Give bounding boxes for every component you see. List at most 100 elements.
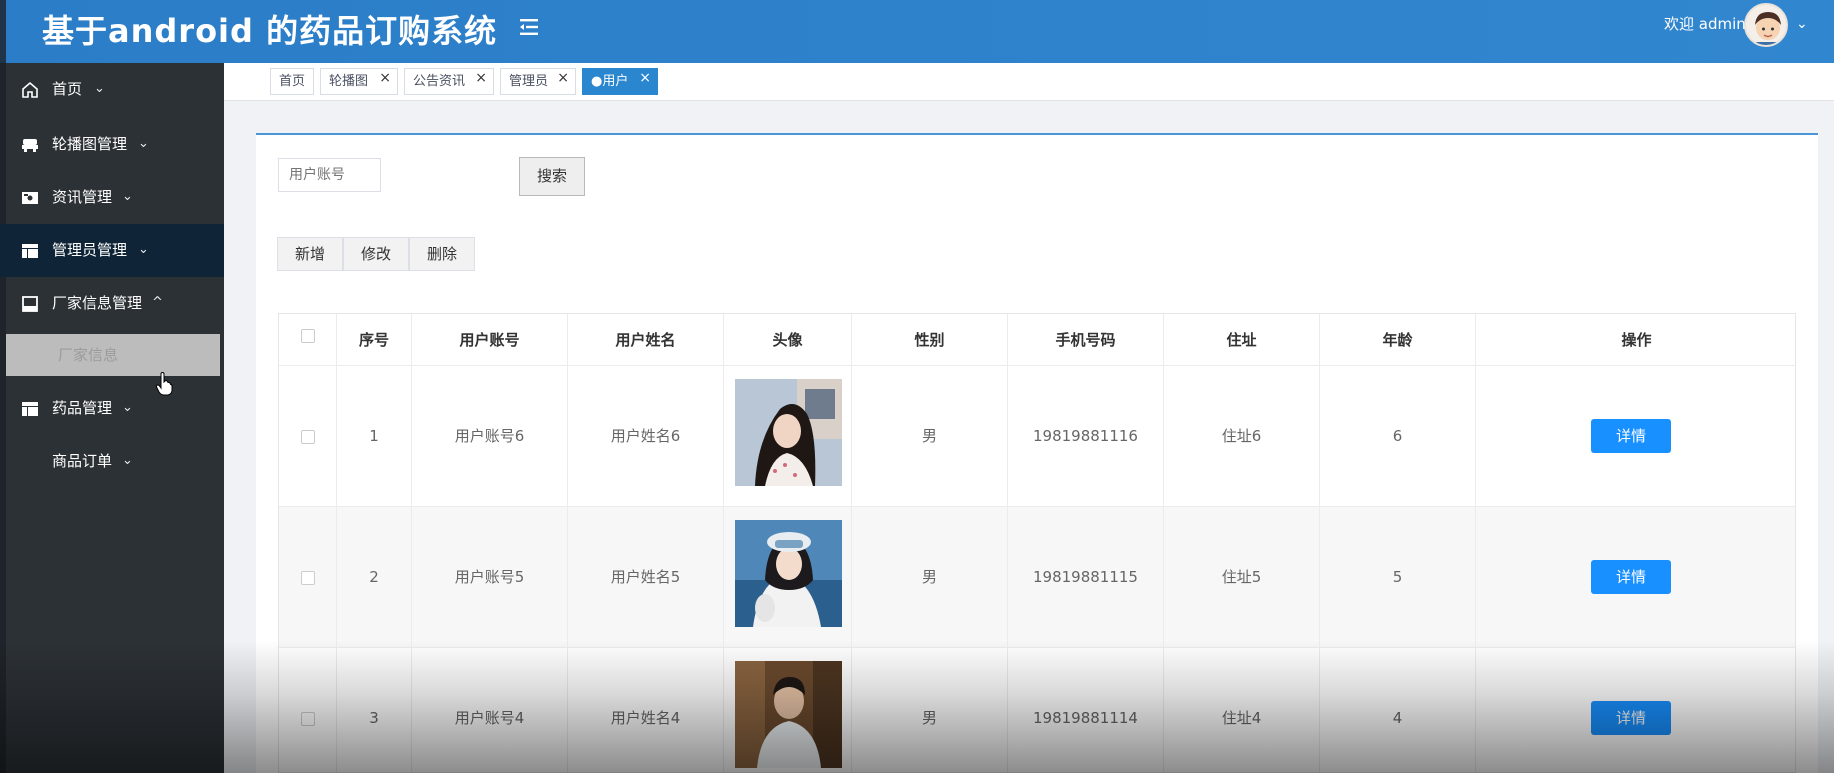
phone-cell: 19819881115 (1008, 507, 1164, 648)
table-row: 3 用户账号4 用户姓名4 男 19819881114 住址4 4 详情 (279, 648, 1795, 772)
select-all-cell (279, 314, 337, 366)
column-header: 用户姓名 (568, 314, 724, 366)
row-select-cell (279, 366, 337, 507)
sidebar-item-label: 商品订单 (52, 452, 113, 470)
sidebar-subitem-label: 厂家信息 (58, 346, 119, 364)
tab-label: 首页 (279, 74, 306, 89)
detail-button[interactable]: 详情 (1591, 701, 1671, 735)
address-cell: 住址4 (1164, 648, 1320, 772)
search-button[interactable]: 搜索 (519, 157, 585, 196)
column-header: 手机号码 (1008, 314, 1164, 366)
phone-cell: 19819881116 (1008, 366, 1164, 507)
age-cell: 5 (1320, 507, 1476, 648)
app-title: 基于android 的药品订购系统 (42, 12, 498, 50)
tab-label: 公告资讯 (413, 74, 466, 89)
index-cell: 1 (337, 366, 412, 507)
chevron-down-icon: ⌄ (122, 453, 133, 468)
tab-announcements[interactable]: 公告资讯 × (404, 68, 494, 95)
address-cell: 住址5 (1164, 507, 1320, 648)
account-cell: 用户账号4 (412, 648, 568, 772)
name-cell: 用户姓名6 (568, 366, 724, 507)
row-checkbox[interactable] (301, 571, 315, 585)
row-select-cell (279, 648, 337, 772)
chevron-down-icon: ⌄ (122, 189, 133, 204)
welcome-text: 欢迎 admin (1664, 15, 1746, 33)
detail-button[interactable]: 详情 (1591, 419, 1671, 453)
column-header: 序号 (337, 314, 412, 366)
carousel-icon (22, 139, 38, 152)
column-header: 用户账号 (412, 314, 568, 366)
address-cell: 住址6 (1164, 366, 1320, 507)
table-header-row: 序号 用户账号 用户姓名 头像 性别 手机号码 住址 年龄 操作 (279, 314, 1795, 366)
tab-label: 轮播图 (329, 74, 369, 89)
column-header: 头像 (724, 314, 852, 366)
name-cell: 用户姓名4 (568, 648, 724, 772)
user-photo[interactable] (735, 520, 842, 627)
column-header: 年龄 (1320, 314, 1476, 366)
sidebar-item-label: 首页 (52, 80, 83, 98)
factory-icon (22, 296, 38, 312)
column-header: 住址 (1164, 314, 1320, 366)
column-header: 性别 (852, 314, 1008, 366)
account-cell: 用户账号5 (412, 507, 568, 648)
tabs-bar: 首页 轮播图 × 公告资讯 × 管理员 × ●用户 × (224, 63, 1834, 101)
avatar[interactable] (1744, 3, 1788, 47)
sidebar-item-home[interactable]: 首页 ⌄ (0, 63, 224, 116)
tab-admins[interactable]: 管理员 × (500, 68, 576, 95)
select-all-checkbox[interactable] (301, 329, 315, 343)
user-photo[interactable] (735, 379, 842, 486)
close-icon[interactable]: × (379, 66, 391, 91)
tab-users[interactable]: ●用户 × (582, 68, 658, 95)
tab-label: ●用户 (591, 74, 629, 89)
account-cell: 用户账号6 (412, 366, 568, 507)
tab-home[interactable]: 首页 (270, 68, 314, 95)
user-menu-chevron-icon[interactable]: ⌄ (1796, 16, 1808, 32)
close-icon[interactable]: × (639, 66, 651, 91)
sidebar-item-label: 厂家信息管理 (52, 294, 143, 312)
sidebar-item-factory[interactable]: 厂家信息管理 ^ (0, 277, 224, 330)
age-cell: 6 (1320, 366, 1476, 507)
menu-toggle-icon[interactable] (518, 16, 540, 38)
sidebar-item-admin[interactable]: 管理员管理 ⌄ (0, 224, 224, 277)
table-row: 1 用户账号6 用户姓名6 男 19819881116 住址6 6 详情 (279, 366, 1795, 507)
index-cell: 3 (337, 648, 412, 772)
sidebar-subitem-factory-info[interactable]: 厂家信息 (6, 334, 220, 376)
gender-cell: 男 (852, 648, 1008, 772)
age-cell: 4 (1320, 648, 1476, 772)
edit-button[interactable]: 修改 (343, 237, 409, 271)
column-header: 操作 (1621, 331, 1652, 349)
table-row: 2 用户账号5 用户姓名5 男 19819881115 住址5 5 详情 (279, 507, 1795, 648)
add-button[interactable]: 新增 (277, 237, 343, 271)
delete-button[interactable]: 删除 (409, 237, 475, 271)
user-photo[interactable] (735, 661, 842, 768)
news-icon (22, 192, 38, 204)
tab-carousel[interactable]: 轮播图 × (320, 68, 398, 95)
name-cell: 用户姓名5 (568, 507, 724, 648)
sidebar-item-orders[interactable]: 商品订单 ⌄ (0, 435, 224, 488)
gender-cell: 男 (852, 366, 1008, 507)
avatar-face-icon (1755, 12, 1781, 45)
row-select-cell (279, 507, 337, 648)
chevron-down-icon: ⌄ (138, 242, 149, 257)
sidebar-item-drugs[interactable]: 药品管理 ⌄ (0, 382, 224, 435)
phone-cell: 19819881114 (1008, 648, 1164, 772)
row-checkbox[interactable] (301, 430, 315, 444)
sidebar-item-carousel[interactable]: 轮播图管理 ⌄ (0, 118, 224, 171)
sidebar-item-news[interactable]: 资讯管理 ⌄ (0, 171, 224, 224)
search-input[interactable] (278, 158, 381, 192)
close-icon[interactable]: × (475, 66, 487, 91)
chevron-down-icon: ⌄ (122, 400, 133, 415)
table-icon (22, 244, 38, 258)
users-table: 序号 用户账号 用户姓名 头像 性别 手机号码 住址 年龄 操作 1 用户账号6… (278, 313, 1796, 773)
tab-label: 管理员 (509, 74, 549, 89)
close-icon[interactable]: × (557, 66, 569, 91)
chevron-down-icon: ⌄ (94, 81, 105, 96)
chevron-down-icon: ⌄ (138, 136, 149, 151)
sidebar-item-label: 管理员管理 (52, 241, 128, 259)
sidebar-item-label: 药品管理 (52, 399, 113, 417)
table-icon (22, 402, 38, 416)
top-bar-edge (0, 0, 6, 63)
detail-button[interactable]: 详情 (1591, 560, 1671, 594)
row-checkbox[interactable] (301, 712, 315, 726)
chevron-up-icon: ^ (152, 295, 163, 310)
